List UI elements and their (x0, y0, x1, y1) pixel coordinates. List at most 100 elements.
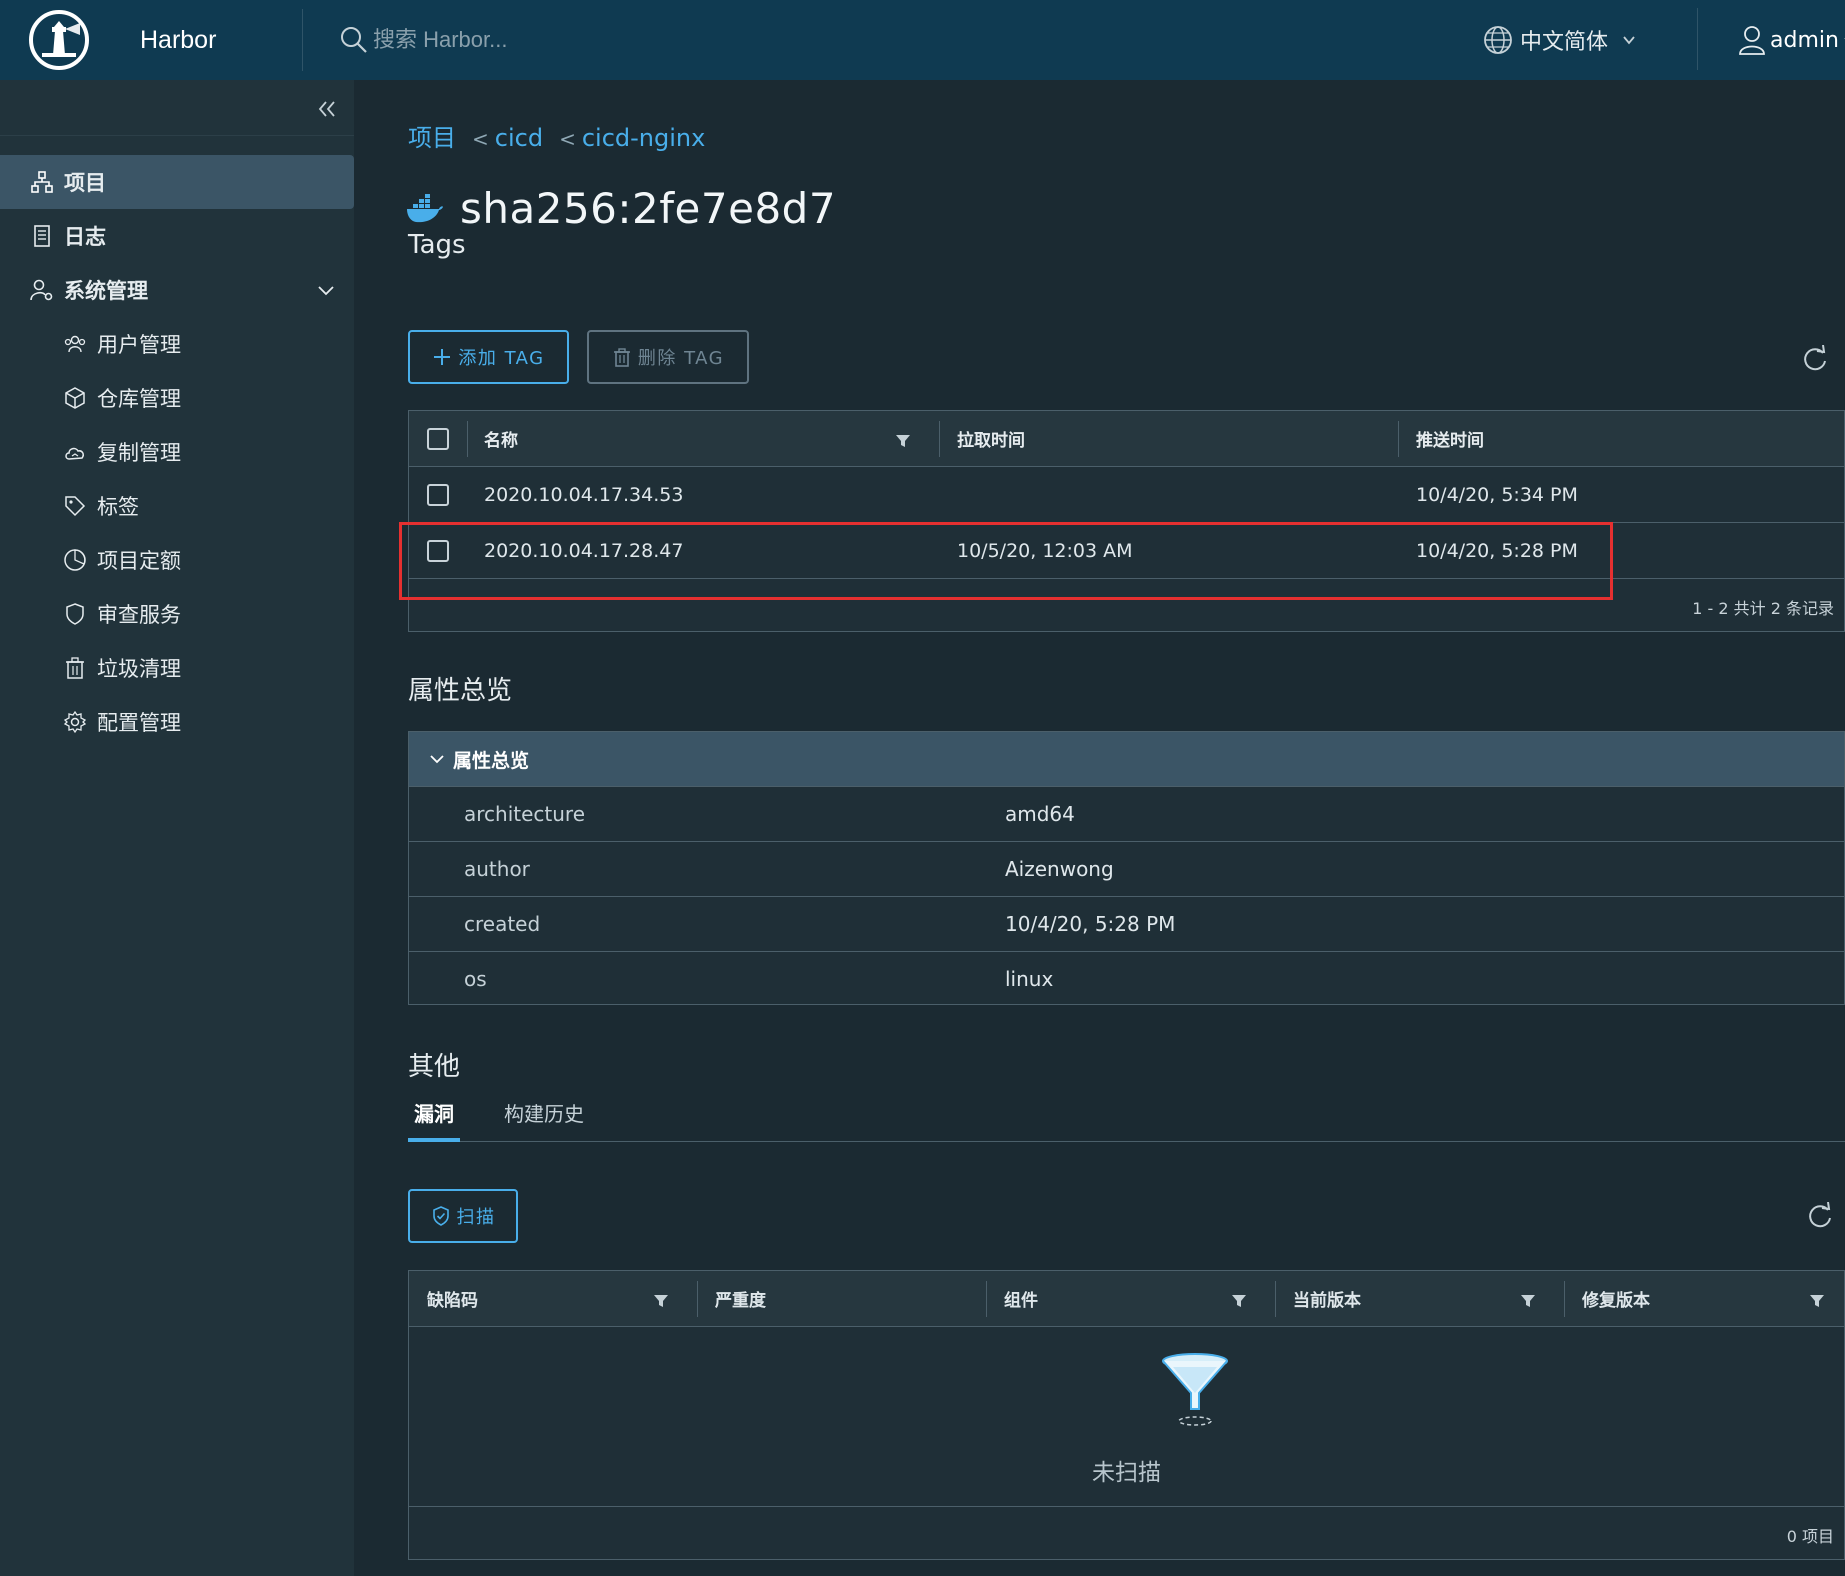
row-checkbox[interactable] (427, 539, 449, 562)
breadcrumb-separator: < (472, 127, 489, 151)
filter-icon[interactable] (1231, 1293, 1247, 1309)
tags-table: 名称 拉取时间 推送时间 2020.10.04.17.34.53 10/4/20… (408, 410, 1845, 632)
add-tag-button[interactable]: 添加 TAG (408, 330, 569, 384)
column-header-name[interactable]: 名称 (484, 411, 518, 466)
quota-icon (63, 548, 87, 572)
plus-icon (432, 347, 452, 367)
property-key: os (464, 967, 487, 991)
column-header-package[interactable]: 组件 (1004, 1271, 1038, 1326)
column-header-pull-time[interactable]: 拉取时间 (957, 411, 1025, 466)
globe-icon (1482, 24, 1514, 56)
sidebar-item-label: 日志 (64, 225, 106, 249)
empty-message: 未扫描 (1092, 1460, 1161, 1486)
column-separator (1398, 421, 1399, 457)
column-separator (697, 1281, 698, 1317)
table-row[interactable]: 2020.10.04.17.28.47 10/5/20, 12:03 AM 10… (409, 523, 1844, 579)
add-tag-label: 添加 TAG (458, 348, 545, 369)
global-search (339, 0, 939, 80)
filter-icon[interactable] (1809, 1293, 1825, 1309)
sidebar-item-label: 项目 (64, 171, 106, 195)
vulnerabilities-table: 缺陷码 严重度 组件 当前版本 修复版本 未扫描 0 项目 (408, 1270, 1845, 1560)
column-header-severity[interactable]: 严重度 (715, 1271, 766, 1326)
tag-pull-time: 10/5/20, 12:03 AM (957, 539, 1133, 562)
table-row[interactable]: 2020.10.04.17.34.53 10/4/20, 5:34 PM (409, 467, 1844, 523)
chevron-down-icon (1622, 33, 1636, 47)
sidebar-item-label: 审查服务 (97, 603, 181, 627)
search-icon (339, 25, 369, 55)
chevron-down-icon (429, 751, 445, 767)
sidebar-divider (0, 135, 354, 136)
column-separator (467, 421, 468, 457)
column-header-cve[interactable]: 缺陷码 (427, 1271, 478, 1326)
breadcrumb-project[interactable]: cicd (495, 124, 543, 152)
breadcrumb-projects[interactable]: 项目 (408, 118, 456, 153)
item-count: 0 项目 (1786, 1527, 1834, 1546)
table-header: 缺陷码 严重度 组件 当前版本 修复版本 (409, 1271, 1844, 1327)
refresh-icon[interactable] (1806, 1202, 1834, 1230)
sidebar-item-interrogation-services[interactable]: 审查服务 (0, 587, 354, 641)
app-name: Harbor (140, 25, 217, 54)
select-all-checkbox[interactable] (427, 427, 449, 450)
sidebar-item-system-admin[interactable]: 系统管理 (0, 263, 354, 317)
shield-check-icon (431, 1206, 451, 1226)
language-selector[interactable]: 中文简体 (1482, 0, 1636, 80)
sidebar-item-quotas[interactable]: 项目定额 (0, 533, 354, 587)
other-tabs: 漏洞 构建历史 (408, 1098, 1845, 1142)
delete-tag-label: 删除 TAG (637, 348, 725, 369)
property-row: architecture amd64 (409, 786, 1844, 841)
sidebar-item-users[interactable]: 用户管理 (0, 317, 354, 371)
artifact-digest: sha256:2fe7e8d7 (460, 184, 837, 233)
filter-icon[interactable] (895, 433, 911, 449)
tab-build-history[interactable]: 构建历史 (504, 1098, 584, 1142)
row-select-cell (427, 523, 449, 578)
scan-label: 扫描 (456, 1207, 496, 1228)
search-input[interactable] (373, 27, 873, 53)
user-menu[interactable]: admin (1736, 0, 1845, 80)
tag-name: 2020.10.04.17.28.47 (484, 539, 684, 562)
header-divider (1697, 8, 1698, 70)
gear-icon (63, 710, 87, 734)
sidebar-item-replications[interactable]: 复制管理 (0, 425, 354, 479)
filter-icon[interactable] (1520, 1293, 1536, 1309)
breadcrumb-separator: < (559, 127, 576, 151)
docker-icon (406, 193, 444, 225)
filter-icon[interactable] (653, 1293, 669, 1309)
harbor-logo-icon (28, 9, 90, 71)
row-checkbox[interactable] (427, 483, 449, 506)
other-section-title: 其他 (408, 1052, 461, 1082)
sidebar-item-label: 配置管理 (97, 711, 181, 735)
sidebar-item-configuration[interactable]: 配置管理 (0, 695, 354, 749)
column-header-fixed-version[interactable]: 修复版本 (1582, 1271, 1650, 1326)
sidebar-item-labels[interactable]: 标签 (0, 479, 354, 533)
sidebar-item-projects[interactable]: 项目 (0, 155, 354, 209)
chevron-down-icon[interactable] (316, 280, 336, 300)
property-row: created 10/4/20, 5:28 PM (409, 896, 1844, 951)
logs-icon (30, 224, 54, 248)
scan-button[interactable]: 扫描 (408, 1189, 518, 1243)
trash-icon (612, 347, 632, 367)
property-key: created (464, 912, 541, 936)
main-content: 项目 < cicd < cicd-nginx sha256:2fe7e8d7 T… (354, 80, 1845, 1576)
delete-tag-button[interactable]: 删除 TAG (587, 330, 749, 384)
tab-vulnerabilities[interactable]: 漏洞 (408, 1098, 460, 1142)
sidebar-item-label: 系统管理 (64, 279, 148, 303)
column-header-push-time[interactable]: 推送时间 (1416, 411, 1484, 466)
brand[interactable]: Harbor (0, 0, 302, 80)
property-key: architecture (464, 802, 586, 826)
sidebar-item-label: 仓库管理 (97, 387, 181, 411)
tag-icon (63, 494, 87, 518)
properties-panel-header[interactable]: 属性总览 (409, 732, 1844, 786)
language-label: 中文简体 (1520, 30, 1609, 55)
refresh-icon[interactable] (1801, 345, 1829, 373)
sidebar-item-garbage-collection[interactable]: 垃圾清理 (0, 641, 354, 695)
sidebar-item-registries[interactable]: 仓库管理 (0, 371, 354, 425)
properties-panel-title: 属性总览 (453, 749, 530, 772)
sidebar-item-label: 复制管理 (97, 441, 181, 465)
sidebar-item-logs[interactable]: 日志 (0, 209, 354, 263)
column-header-current-version[interactable]: 当前版本 (1293, 1271, 1361, 1326)
collapse-sidebar-icon[interactable] (312, 94, 342, 124)
breadcrumb-repository[interactable]: cicd-nginx (582, 124, 705, 152)
empty-state: 未扫描 (409, 1327, 1844, 1507)
sidebar-item-label: 用户管理 (97, 333, 181, 357)
select-all-cell (427, 411, 449, 466)
